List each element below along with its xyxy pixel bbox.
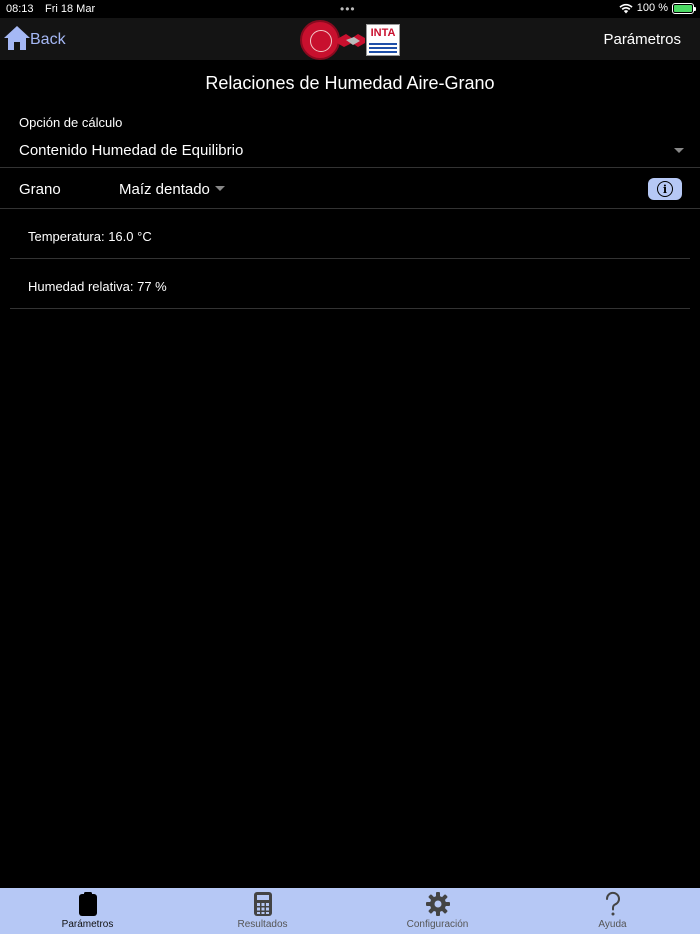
multitasking-dots[interactable]: ••• — [340, 2, 356, 16]
tab-label: Ayuda — [598, 919, 627, 930]
wifi-icon — [619, 3, 633, 13]
temperature-value: Temperatura: 16.0 °C — [28, 229, 152, 244]
gear-icon — [425, 892, 450, 916]
calc-option-label: Opción de cálculo — [19, 115, 123, 130]
tab-parametros[interactable]: Parámetros — [0, 888, 175, 934]
calc-option-value: Contenido Humedad de Equilibrio — [19, 142, 244, 159]
app-logo: INTA — [300, 20, 400, 60]
status-time: 08:13 — [6, 3, 34, 15]
question-icon — [605, 891, 620, 916]
tab-configuracion[interactable]: Configuración — [350, 888, 525, 934]
info-icon: i — [657, 181, 673, 197]
home-icon — [4, 26, 30, 50]
nav-bar: Back INTA Parámetros — [0, 18, 700, 60]
temperature-row[interactable]: Temperatura: 16.0 °C — [10, 209, 690, 259]
tab-ayuda[interactable]: Ayuda — [525, 888, 700, 934]
parametros-nav-button[interactable]: Parámetros — [603, 31, 681, 48]
grain-value: Maíz dentado — [119, 181, 210, 198]
tab-label: Configuración — [406, 919, 469, 930]
battery-percent: 100 % — [636, 2, 668, 14]
inta-logo: INTA — [366, 24, 400, 56]
tab-resultados[interactable]: Resultados — [175, 888, 350, 934]
status-indicators: 100 % — [619, 2, 696, 14]
status-bar: 08:13 Fri 18 Mar ••• 100 % — [0, 0, 700, 18]
back-label: Back — [30, 31, 66, 48]
info-button[interactable]: i — [648, 178, 682, 200]
seal-icon — [300, 20, 340, 60]
calc-option-select[interactable]: Contenido Humedad de Equilibrio — [0, 138, 700, 168]
calculator-icon — [253, 892, 272, 916]
chevron-down-icon — [214, 186, 225, 191]
grain-select[interactable]: Maíz dentado — [119, 181, 225, 198]
back-button[interactable]: Back — [2, 24, 66, 52]
tab-bar: Parámetros Resultados Configuración Ayud… — [0, 888, 700, 934]
page-title: Relaciones de Humedad Aire-Grano — [205, 73, 495, 93]
grain-label: Grano — [19, 181, 61, 198]
clipboard-icon — [78, 892, 97, 916]
tab-label: Parámetros — [61, 919, 114, 930]
grain-row: Grano Maíz dentado i — [0, 169, 700, 209]
humidity-row[interactable]: Humedad relativa: 77 % — [10, 259, 690, 309]
tab-label: Resultados — [237, 919, 288, 930]
status-date: Fri 18 Mar — [45, 3, 96, 15]
battery-icon — [672, 2, 696, 14]
chevron-down-icon — [674, 148, 684, 153]
handshake-icon — [337, 34, 365, 47]
humidity-value: Humedad relativa: 77 % — [28, 279, 167, 294]
inta-logo-text: INTA — [370, 27, 396, 39]
